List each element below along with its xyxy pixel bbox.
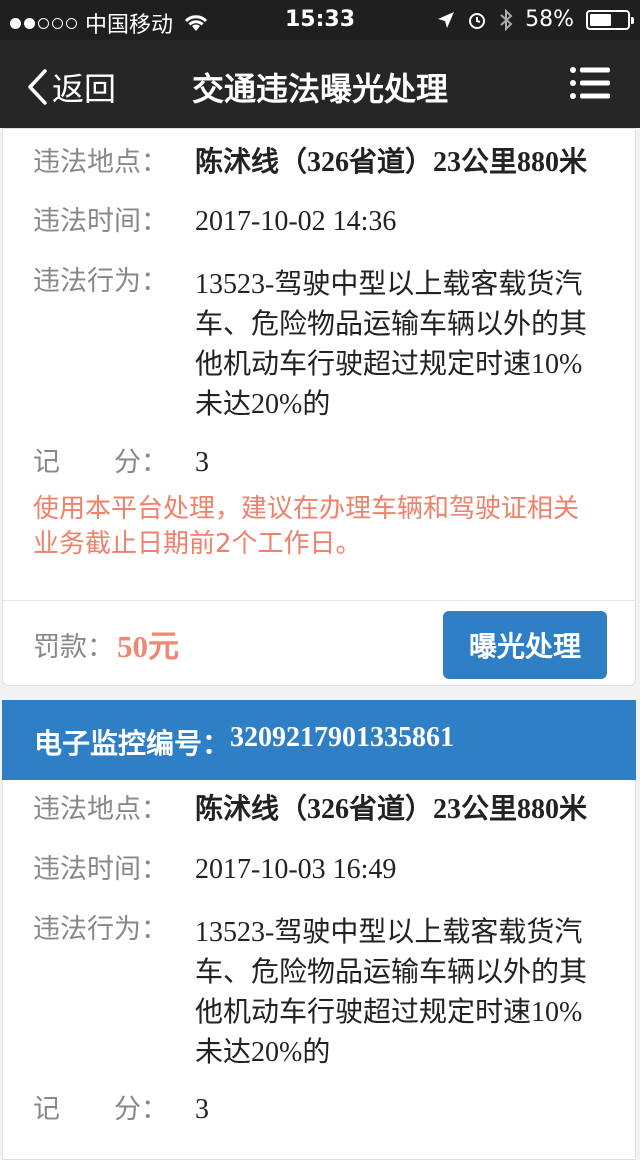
behavior-value: 13523-驾驶中型以上载客载货汽车、危险物品运输车辆以外的其他机动车行驶超过规… — [195, 917, 588, 1068]
behavior-label: 违法行为： — [33, 266, 168, 297]
processing-notice: 使用本平台处理，建议在办理车辆和驾驶证相关业务截止日期前2个工作日。 — [33, 494, 580, 559]
alarm-clock-icon — [469, 12, 486, 29]
points-value: 3 — [195, 1094, 209, 1125]
monitor-label: 电子监控编号： — [34, 727, 231, 760]
violation-card-1: 违法地点： 陈沭线（326省道）23公里880米 违法时间： 2017-10-0… — [2, 128, 636, 686]
points-label: 记 分： — [33, 1094, 168, 1125]
expose-process-button-label: 曝光处理 — [468, 630, 581, 663]
monitor-header: 电子监控编号： 3209217901335861 — [2, 700, 636, 780]
points-label: 记 分： — [33, 447, 168, 478]
location-value: 陈沭线（326省道）23公里880米 — [195, 147, 588, 178]
location-arrow-icon — [438, 11, 455, 28]
time-value: 2017-10-03 16:49 — [195, 854, 397, 885]
menu-icon[interactable] — [570, 66, 610, 100]
behavior-value: 13523-驾驶中型以上载客载货汽车、危险物品运输车辆以外的其他机动车行驶超过规… — [195, 269, 588, 420]
fine-amount: 50元 — [117, 629, 179, 664]
expose-process-button[interactable]: 曝光处理 — [443, 611, 607, 679]
violation-card-2: 违法地点： 陈沭线（326省道）23公里880米 违法时间： 2017-10-0… — [2, 780, 636, 1160]
bluetooth-icon — [500, 8, 513, 31]
time-label: 违法时间： — [33, 206, 168, 237]
battery-percent: 58% — [525, 7, 574, 32]
location-label: 违法地点： — [33, 147, 168, 178]
time-value: 2017-10-02 14:36 — [195, 206, 397, 237]
points-value: 3 — [195, 447, 209, 478]
location-label: 违法地点： — [33, 794, 168, 825]
fine-label: 罚款： — [33, 632, 114, 663]
monitor-number: 3209217901335861 — [230, 722, 454, 753]
battery-level — [590, 13, 611, 26]
status-bar: 中国移动 15:33 58% — [0, 0, 640, 40]
location-value: 陈沭线（326省道）23公里880米 — [195, 794, 588, 825]
nav-bar: 返回 交通违法曝光处理 — [0, 40, 640, 128]
behavior-label: 违法行为： — [33, 914, 168, 945]
time-label: 违法时间： — [33, 854, 168, 885]
battery-icon — [586, 9, 634, 30]
divider — [3, 600, 635, 601]
status-right: 58% — [437, 7, 634, 32]
page-title: 交通违法曝光处理 — [191, 70, 448, 108]
